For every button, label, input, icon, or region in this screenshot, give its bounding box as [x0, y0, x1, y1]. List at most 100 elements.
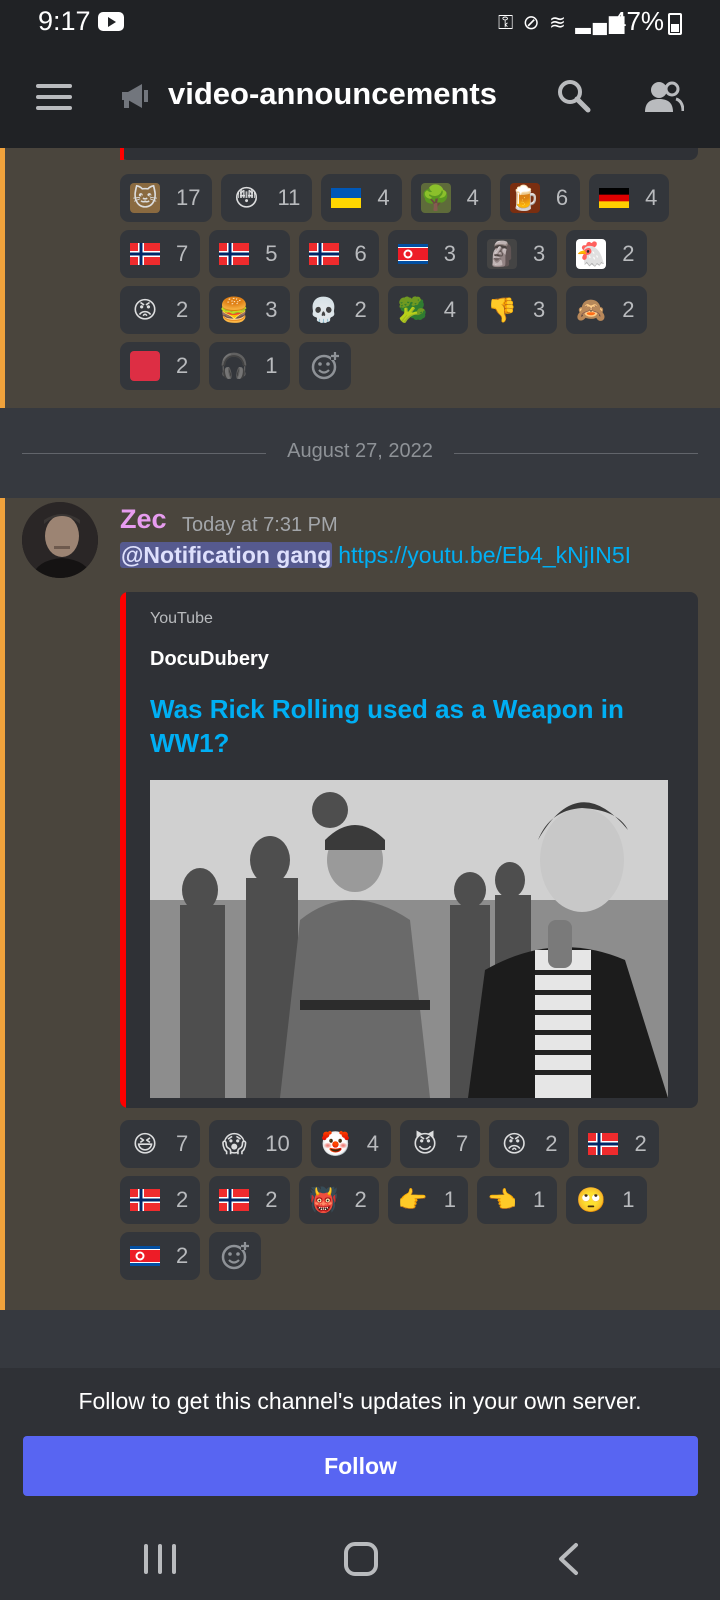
battery-percent: 47% — [612, 6, 665, 36]
rolling-eyes-icon: 🙄 — [576, 1186, 607, 1214]
reaction-point-right[interactable]: 👉 1 — [387, 1176, 468, 1224]
reaction-list: 😆 7 😱 10 🤡 4 😈 7 😡 2 2 2 2 👹 2 👉 1 👈 1 🙄 1 2 — [120, 1120, 680, 1288]
trollface-dark-icon: 👹 — [308, 1186, 339, 1214]
reaction-flag-norway[interactable]: 2 — [578, 1120, 659, 1168]
follow-description: Follow to get this channel's updates in … — [78, 1388, 642, 1414]
follow-prompt: Follow to get this channel's updates in … — [0, 1368, 720, 1524]
divider-date: August 27, 2022 — [287, 440, 433, 462]
reaction-cat-meme[interactable]: 🐱 17 — [120, 174, 213, 222]
follow-button[interactable]: Follow — [23, 1436, 698, 1496]
reaction-flag-germany[interactable]: 4 — [589, 174, 670, 222]
screaming-face-icon: 😱 — [221, 1130, 247, 1158]
reaction-clown-face[interactable]: 🤡 4 — [310, 1120, 391, 1168]
reaction-statue[interactable]: 🗿 3 — [477, 230, 558, 278]
red-square-icon — [130, 351, 160, 381]
reaction-trollface[interactable]: 😈 7 — [399, 1120, 481, 1168]
flag-norway-icon — [219, 1185, 250, 1215]
burger-icon: 🍔 — [219, 296, 250, 324]
role-mention[interactable]: @Notification gang — [120, 542, 333, 568]
date-divider: August 27, 2022 — [0, 408, 720, 498]
reaction-flushed-face[interactable]: 😳 11 — [221, 174, 313, 222]
flag-north-korea-icon — [397, 239, 428, 269]
reaction-count: 4 — [366, 1131, 379, 1156]
pink-face-icon: 😡 — [132, 296, 158, 324]
thumbs-down-icon: 👎 — [487, 296, 517, 324]
members-icon[interactable] — [644, 80, 684, 114]
add-reaction-button[interactable] — [209, 1232, 262, 1280]
flag-norway-icon — [308, 239, 339, 269]
video-thumbnail[interactable] — [150, 780, 668, 1098]
reaction-flag-ukraine[interactable]: 4 — [321, 174, 402, 222]
flag-norway-icon — [588, 1129, 619, 1159]
embed-author[interactable]: DocuDubery — [150, 648, 269, 671]
reaction-count: 1 — [265, 353, 278, 378]
reaction-pink-face[interactable]: 😡 2 — [489, 1120, 570, 1168]
reaction-laughing-face[interactable]: 😆 7 — [120, 1120, 201, 1168]
add-reaction-button[interactable] — [298, 342, 351, 390]
reaction-shrek-meme[interactable]: 🌳 4 — [410, 174, 491, 222]
trollface-icon: 😈 — [412, 1130, 438, 1158]
reaction-flag-norway[interactable]: 5 — [209, 230, 290, 278]
add-reaction-icon — [222, 1241, 251, 1270]
reaction-kfc-colonel[interactable]: 🐔 2 — [566, 230, 647, 278]
reaction-headphones-music[interactable]: 🎧 1 — [209, 342, 290, 390]
reaction-rolling-eyes[interactable]: 🙄 1 — [566, 1176, 647, 1224]
reaction-flag-norway[interactable]: 2 — [120, 1176, 201, 1224]
point-right-icon: 👉 — [397, 1186, 428, 1214]
message: Zec Today at 7:31 PM @Notification gang h… — [0, 498, 720, 1310]
avatar[interactable] — [22, 502, 98, 578]
recent-apps-icon[interactable] — [144, 1544, 176, 1574]
reaction-count: 2 — [176, 1243, 189, 1268]
reaction-count: 4 — [645, 185, 658, 210]
clown-face-icon: 🤡 — [320, 1130, 351, 1158]
reaction-pink-face[interactable]: 😡 2 — [120, 286, 201, 334]
reaction-count: 17 — [176, 185, 201, 210]
reaction-flag-north-korea[interactable]: 2 — [120, 1232, 201, 1280]
battery-icon — [668, 13, 682, 35]
reaction-screaming-face[interactable]: 😱 10 — [209, 1120, 302, 1168]
flag-ukraine-icon — [331, 183, 362, 213]
laughing-face-icon: 😆 — [132, 1130, 158, 1158]
mug-root-beer-icon: 🍺 — [509, 183, 540, 213]
reaction-count: 7 — [176, 1131, 189, 1156]
pink-face-icon: 😡 — [501, 1130, 527, 1158]
reaction-skull[interactable]: 💀 2 — [298, 286, 379, 334]
reaction-point-left[interactable]: 👈 1 — [477, 1176, 558, 1224]
hamburger-menu-icon[interactable] — [36, 84, 72, 110]
reaction-count: 6 — [354, 241, 367, 266]
previous-embed-bottom — [120, 148, 698, 160]
flag-norway-icon — [219, 239, 250, 269]
reaction-count: 6 — [555, 185, 569, 210]
reaction-count: 1 — [533, 1187, 546, 1212]
embed-title[interactable]: Was Rick Rolling used as a Weapon in WW1… — [150, 692, 670, 760]
highlight-accent-bar — [0, 148, 5, 408]
statue-icon: 🗿 — [487, 239, 517, 269]
reaction-flag-north-korea[interactable]: 3 — [387, 230, 468, 278]
message-link[interactable]: https://youtu.be/Eb4_kNjIN5I — [338, 542, 631, 568]
reaction-mug-root-beer[interactable]: 🍺 6 — [499, 174, 581, 222]
cat-meme-icon: 🐱 — [130, 183, 160, 213]
back-icon[interactable] — [556, 1542, 580, 1576]
shrek-meme-icon: 🌳 — [420, 183, 451, 213]
reaction-flag-norway[interactable]: 7 — [120, 230, 201, 278]
home-icon[interactable] — [344, 1542, 378, 1576]
reaction-see-no-evil-monkey[interactable]: 🙈 2 — [566, 286, 647, 334]
embed-provider[interactable]: YouTube — [150, 610, 213, 628]
search-icon[interactable] — [556, 78, 592, 114]
reaction-broccoli[interactable]: 🥦 4 — [387, 286, 468, 334]
reaction-flag-norway[interactable]: 6 — [298, 230, 379, 278]
reaction-count: 2 — [176, 353, 189, 378]
reaction-thumbs-down[interactable]: 👎 3 — [477, 286, 558, 334]
status-bar: 9:17 ⚿ ⊘ ≋ ▂▄▆ 47% — [0, 0, 720, 44]
message-content: @Notification gang https://youtu.be/Eb4_k… — [120, 542, 631, 569]
reaction-red-square[interactable]: 2 — [120, 342, 201, 390]
channel-header: video-announcements — [0, 44, 720, 148]
reaction-count: 7 — [176, 241, 189, 266]
reaction-count: 7 — [455, 1131, 469, 1156]
reaction-trollface-dark[interactable]: 👹 2 — [298, 1176, 379, 1224]
message-author[interactable]: Zec — [120, 504, 167, 535]
reaction-count: 1 — [622, 1187, 635, 1212]
reaction-flag-norway[interactable]: 2 — [209, 1176, 290, 1224]
reaction-count: 2 — [545, 1131, 558, 1156]
reaction-burger[interactable]: 🍔 3 — [209, 286, 290, 334]
